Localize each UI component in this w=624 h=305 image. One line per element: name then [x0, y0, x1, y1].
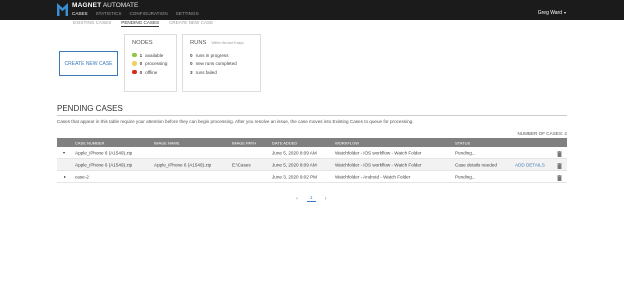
col-image-name[interactable]: IMAGE NAME	[154, 140, 180, 145]
runs-failed-label: runs failed	[195, 69, 217, 75]
nodes-offline-count: 0	[139, 69, 143, 75]
status-dot-icon	[132, 69, 137, 75]
workflow: Watchfolder - iOS workflow - Watch Folde…	[335, 162, 422, 167]
pending-cases-title: PENDING CASES	[57, 104, 123, 113]
workflow: Watchfolder - iOS workflow - Watch Folde…	[335, 150, 422, 155]
app-title: MAGNET AUTOMATE	[72, 2, 138, 9]
runs-completed-label: new runs completed	[195, 61, 237, 66]
nodes-offline: 0 offline	[132, 70, 169, 75]
col-image-path[interactable]: IMAGE PATH	[232, 140, 256, 145]
case-number: Apple_iPhone 6 (A1549).zip	[75, 162, 133, 167]
nodes-card: NODES 1 available 0 processing 0 offline	[124, 34, 177, 92]
nodes-processing-label: processing	[145, 61, 168, 66]
nav-settings[interactable]: SETTINGS	[176, 11, 199, 16]
trash-icon[interactable]	[557, 174, 562, 181]
col-date-added[interactable]: DATE ADDED	[272, 140, 297, 145]
nodes-offline-label: offline	[145, 69, 158, 75]
nodes-processing: 0 processing	[132, 61, 169, 66]
nodes-processing-count: 0	[139, 61, 143, 66]
case-number: Apple_iPhone 6 (A1549).zip	[75, 150, 133, 155]
cases-subnav: EXISTING CASES PENDING CASES CREATE NEW …	[73, 20, 213, 27]
status: Pending...	[455, 150, 476, 155]
add-details-button[interactable]: ADD DETAILS	[515, 162, 545, 167]
main-nav: CASES STATISTICS CONFIGURATION SETTINGS	[72, 11, 199, 16]
workflow: Watchfolder - Android - Watch Folder	[335, 174, 411, 179]
date-added: June 3, 2020 9:02 PM	[272, 174, 317, 179]
runs-failed: 3 runs failed	[190, 70, 253, 75]
tab-existing-cases[interactable]: EXISTING CASES	[73, 20, 111, 27]
runs-subtitle: Within the last 5 days	[211, 41, 244, 45]
table-row[interactable]: Apple_iPhone 6 (A1549).zip Apple_iPhone …	[57, 159, 567, 171]
expand-icon[interactable]	[63, 175, 66, 178]
pending-cases-description: Cases that appear in this table require …	[57, 119, 414, 124]
status: Case details needed	[455, 162, 497, 167]
product-name: AUTOMATE	[102, 2, 139, 9]
date-added: June 5, 2020 8:09 AM	[272, 150, 317, 155]
date-added: June 5, 2020 8:09 AM	[272, 162, 317, 167]
section-divider	[57, 115, 567, 116]
runs-in-progress-count: 0	[190, 52, 193, 58]
col-case-number[interactable]: CASE NUMBER	[75, 140, 104, 145]
case-number: case-2	[75, 174, 89, 179]
create-new-case-button[interactable]: CREATE NEW CASE	[59, 51, 118, 76]
status: Pending...	[455, 174, 476, 179]
tab-create-new-case[interactable]: CREATE NEW CASE	[169, 20, 213, 27]
runs-title: RUNS	[190, 40, 207, 46]
user-menu[interactable]: Greg Ward	[538, 10, 566, 16]
col-workflow[interactable]: WORKFLOW	[335, 140, 359, 145]
table-header: CASE NUMBER IMAGE NAME IMAGE PATH DATE A…	[57, 138, 567, 147]
magnet-logo-icon	[57, 3, 68, 16]
runs-failed-count: 3	[190, 69, 193, 75]
runs-in-progress-label: runs in progress	[195, 52, 229, 58]
nodes-available-label: available	[145, 52, 164, 58]
runs-in-progress: 0 runs in progress	[190, 53, 253, 58]
chevron-left-icon[interactable]: ‹	[296, 196, 298, 202]
col-status[interactable]: STATUS	[455, 140, 470, 145]
chevron-right-icon[interactable]: ›	[325, 196, 327, 202]
nav-statistics[interactable]: STATISTICS	[96, 11, 122, 16]
number-of-cases: NUMBER OF CASES: 2	[517, 131, 567, 136]
trash-icon[interactable]	[557, 162, 562, 169]
status-dot-icon	[132, 61, 137, 66]
table-row[interactable]: case-2 June 3, 2020 9:02 PM Watchfolder …	[57, 171, 567, 183]
top-bar: MAGNET AUTOMATE CASES STATISTICS CONFIGU…	[0, 0, 624, 20]
pending-cases-table: CASE NUMBER IMAGE NAME IMAGE PATH DATE A…	[57, 138, 567, 183]
image-name: Apple_iPhone 6 (A1549).zip	[154, 162, 212, 167]
status-dot-icon	[132, 52, 137, 58]
collapse-icon[interactable]	[63, 152, 65, 154]
runs-card: RUNS Within the last 5 days 0 runs in pr…	[182, 34, 261, 92]
page-number[interactable]: 1	[307, 195, 316, 202]
table-row[interactable]: Apple_iPhone 6 (A1549).zip June 5, 2020 …	[57, 147, 567, 159]
pagination: ‹ 1 ›	[296, 195, 327, 202]
nav-configuration[interactable]: CONFIGURATION	[129, 11, 167, 16]
brand-name: MAGNET	[72, 2, 102, 9]
trash-icon[interactable]	[557, 150, 562, 157]
nodes-available-count: 1	[139, 52, 143, 58]
runs-completed: 0 new runs completed	[190, 61, 253, 66]
user-name: Greg Ward	[537, 10, 562, 16]
nodes-available: 1 available	[132, 53, 169, 58]
image-path: E:\Cases	[232, 162, 251, 167]
chevron-down-icon	[564, 11, 566, 14]
runs-completed-count: 0	[190, 61, 193, 66]
nav-cases[interactable]: CASES	[72, 11, 88, 16]
tab-pending-cases[interactable]: PENDING CASES	[121, 20, 160, 27]
